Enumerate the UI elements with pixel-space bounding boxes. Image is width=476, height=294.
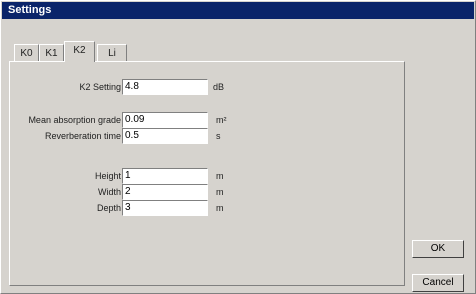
k2-setting-input[interactable]: 4.8 [122, 79, 208, 95]
window-title: Settings [8, 4, 52, 16]
height-input[interactable]: 1 [122, 168, 208, 184]
title-bar: Settings [2, 2, 474, 19]
reverberation-time-input[interactable]: 0.5 [122, 128, 208, 144]
depth-label: Depth [96, 203, 121, 213]
tab-k2[interactable]: K2 [64, 41, 95, 62]
reverberation-time-unit: s [216, 131, 221, 141]
settings-dialog: Settings K0 K1 K2 Li K2 Setting 4.8 dB M… [0, 0, 476, 294]
cancel-button[interactable]: Cancel [412, 274, 464, 292]
mean-absorption-grade-unit: m² [216, 115, 227, 125]
tab-k1[interactable]: K1 [39, 44, 64, 61]
reverberation-time-label: Reverberation time [44, 131, 121, 141]
height-label: Height [94, 171, 121, 181]
depth-input[interactable]: 3 [122, 200, 208, 216]
tab-k0[interactable]: K0 [14, 44, 39, 61]
k2-settings-panel: K2 Setting 4.8 dB Mean absorption grade … [9, 61, 405, 286]
k2-setting-unit: dB [213, 82, 225, 92]
tab-li[interactable]: Li [97, 44, 127, 61]
k2-setting-label: K2 Setting [79, 82, 121, 92]
mean-absorption-grade-input[interactable]: 0.09 [122, 112, 208, 128]
mean-absorption-grade-label: Mean absorption grade [28, 115, 121, 125]
height-unit: m [216, 171, 224, 181]
width-unit: m [216, 187, 224, 197]
width-input[interactable]: 2 [122, 184, 208, 200]
width-label: Width [97, 187, 121, 197]
ok-button[interactable]: OK [412, 240, 464, 258]
depth-unit: m [216, 203, 224, 213]
